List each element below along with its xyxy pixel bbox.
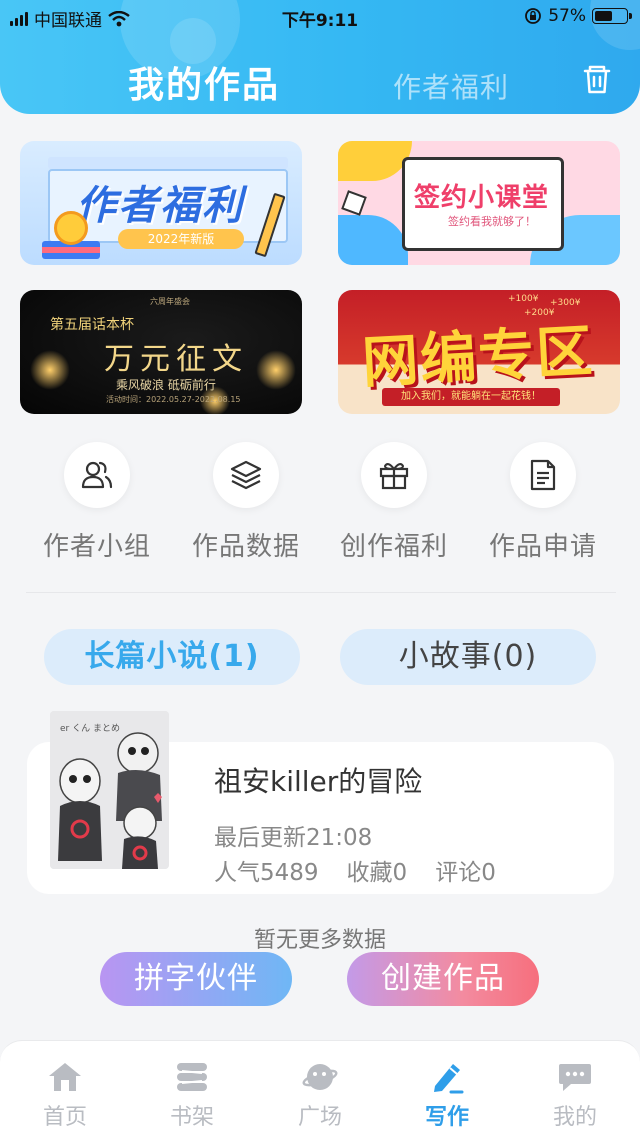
quick-action-circle — [64, 442, 130, 508]
nav-label: 我的 — [552, 1105, 597, 1130]
signing-class-banner[interactable]: 签约小课堂 签约看我就够了！ — [338, 141, 620, 265]
writing-partner-button[interactable]: 拼字伙伴 — [100, 952, 292, 1006]
web-serial-banner[interactable]: +100¥ +300¥ +200¥ 网编专区 加入我们，就能躺在一起花钱！ — [338, 290, 620, 414]
quick-action-circle — [510, 442, 576, 508]
create-work-button[interactable]: 创建作品 — [347, 952, 539, 1006]
banner-title: 万元征文 — [104, 342, 248, 377]
quick-action-circle — [213, 442, 279, 508]
battery-level — [595, 11, 613, 21]
author-benefits-banner[interactable]: 作者福利 2022年新版 — [20, 141, 302, 265]
trash-button[interactable] — [580, 62, 614, 96]
home-icon — [49, 1063, 81, 1091]
decorative-shape — [338, 215, 408, 265]
quick-action-label: 作品数据 — [191, 532, 300, 562]
quick-action-work-application[interactable]: 作品申请 — [473, 442, 613, 563]
sparkle-decoration — [30, 350, 70, 390]
nav-home[interactable]: 首页 — [25, 1059, 105, 1131]
essay-contest-banner[interactable]: 六周年盛会 第五届话本杯 万元征文 乘风破浪 砥砺前行 活动时间：2022.05… — [20, 290, 302, 414]
quick-action-work-data[interactable]: 作品数据 — [176, 442, 316, 563]
battery-icon — [592, 8, 632, 24]
people-icon — [81, 461, 113, 489]
pen-icon — [434, 1064, 464, 1094]
sparkle-decoration — [256, 350, 296, 390]
nav-bookshelf[interactable]: 书架 — [152, 1059, 232, 1131]
banner-ribbon: 加入我们，就能躺在一起花钱！ — [382, 388, 560, 406]
prize-label: +100¥ — [508, 294, 539, 304]
quick-action-circle — [361, 442, 427, 508]
alarm-clock-icon — [54, 211, 88, 245]
banner-date: 活动时间：2022.05.27-2022.08.15 — [106, 395, 241, 404]
tab-author-benefits[interactable]: 作者福利 — [393, 66, 509, 106]
gift-icon — [379, 463, 409, 490]
work-cover-image[interactable]: er くん まとめ — [50, 711, 169, 869]
nav-label: 首页 — [42, 1105, 87, 1130]
work-popularity: 人气5489 — [214, 860, 319, 886]
quick-action-author-group[interactable]: 作者小组 — [27, 442, 167, 563]
cover-text: er くん まとめ — [60, 723, 120, 734]
layers-icon — [230, 460, 262, 490]
decorative-shape — [338, 141, 412, 181]
plaza-icon — [302, 1064, 338, 1090]
banner-title: 作者福利 — [76, 183, 244, 229]
banner-title-top: 第五届话本杯 — [50, 317, 134, 333]
nav-plaza[interactable]: 广场 — [280, 1059, 360, 1131]
bottom-navigation: 首页 书架 广场 写作 我的 — [0, 1040, 640, 1138]
banner-subtitle: 乘风破浪 砥砺前行 — [116, 378, 216, 392]
banner-title: 网编专区 — [360, 318, 596, 397]
empty-hint: 暂无更多数据 — [253, 928, 386, 953]
battery-percent: 57% — [548, 6, 586, 26]
work-title[interactable]: 祖安killer的冒险 — [214, 760, 422, 800]
cover-illustration: er くん まとめ — [50, 711, 169, 869]
work-comments: 评论0 — [435, 860, 496, 886]
banner-tag: 2022年新版 — [118, 229, 244, 249]
nav-label: 书架 — [169, 1105, 214, 1130]
work-favorites: 收藏0 — [346, 860, 408, 886]
orientation-lock-icon — [525, 8, 542, 24]
banner-title: 签约小课堂 — [414, 183, 550, 213]
quick-action-label: 作品申请 — [488, 532, 597, 562]
tab-short-stories[interactable]: 小故事(0) — [340, 629, 596, 685]
nav-label: 广场 — [297, 1105, 342, 1130]
tab-my-works[interactable]: 我的作品 — [128, 56, 280, 108]
tab-novels[interactable]: 长篇小说(1) — [44, 629, 300, 685]
document-icon — [530, 459, 556, 491]
top-header: 中国联通 下午9:11 57% 我的作品 作者福利 — [0, 0, 640, 114]
nav-writing[interactable]: 写作 — [407, 1059, 487, 1131]
cube-illustration — [341, 190, 367, 216]
banner-subtitle: 签约看我就够了！ — [448, 215, 536, 228]
nav-label: 写作 — [424, 1105, 469, 1130]
chat-bubble-icon — [559, 1064, 591, 1091]
bookshelf-icon — [177, 1063, 207, 1091]
quick-action-creation-benefits[interactable]: 创作福利 — [324, 442, 464, 563]
work-stats: 人气5489 收藏0 评论0 — [214, 853, 524, 887]
section-divider — [26, 592, 616, 593]
status-bar: 中国联通 下午9:11 57% — [0, 0, 640, 34]
quick-action-label: 作者小组 — [42, 532, 151, 562]
nav-mine[interactable]: 我的 — [535, 1059, 615, 1131]
banner-event-label: 六周年盛会 — [150, 297, 190, 306]
banner-window-bar — [48, 157, 288, 169]
quick-action-label: 创作福利 — [339, 532, 448, 562]
work-last-update: 最后更新21:08 — [214, 825, 373, 851]
trash-icon — [583, 65, 611, 94]
